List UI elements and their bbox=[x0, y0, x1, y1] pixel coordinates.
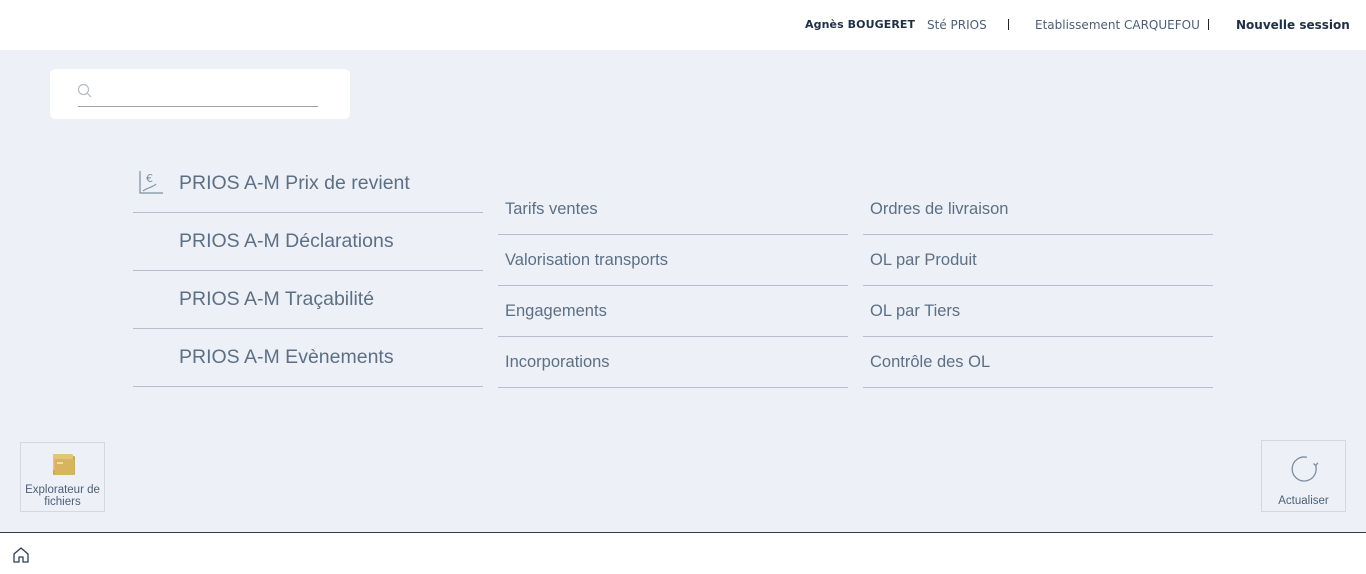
menu-item-label: Contrôle des OL bbox=[870, 353, 991, 371]
menu-item-tarifs-ventes[interactable]: Tarifs ventes bbox=[498, 184, 848, 235]
top-bar: Agnès BOUGERET Sté PRIOS Etablissement C… bbox=[0, 0, 1366, 50]
module-label: PRIOS A-M Evènements bbox=[179, 346, 394, 368]
module-tracabilite[interactable]: PRIOS A-M Traçabilité bbox=[133, 271, 483, 329]
home-icon[interactable] bbox=[12, 546, 30, 564]
menu-item-label: Valorisation transports bbox=[505, 251, 668, 269]
refresh-icon bbox=[1291, 456, 1319, 482]
user-name[interactable]: Agnès BOUGERET bbox=[805, 18, 915, 32]
bottom-bar bbox=[0, 532, 1366, 574]
file-explorer-label: Explorateur de fichiers bbox=[25, 484, 100, 508]
company-name[interactable]: Sté PRIOS bbox=[927, 18, 987, 32]
module-evenements[interactable]: PRIOS A-M Evènements bbox=[133, 329, 483, 387]
menu-item-label: Ordres de livraison bbox=[870, 200, 1009, 218]
module-label: PRIOS A-M Traçabilité bbox=[179, 288, 375, 310]
refresh-label: Actualiser bbox=[1278, 495, 1329, 507]
menu-item-controle-des-ol[interactable]: Contrôle des OL bbox=[863, 337, 1213, 388]
new-session-link[interactable]: Nouvelle session bbox=[1236, 18, 1350, 32]
main-area: € PRIOS A-M Prix de revient PRIOS A-M Dé… bbox=[0, 50, 1366, 532]
separator bbox=[1208, 19, 1209, 30]
module-label: PRIOS A-M Déclarations bbox=[179, 230, 394, 252]
menu-item-label: Tarifs ventes bbox=[505, 200, 598, 218]
search-input[interactable] bbox=[98, 81, 318, 105]
menu-item-engagements[interactable]: Engagements bbox=[498, 286, 848, 337]
file-explorer-button[interactable]: Explorateur de fichiers bbox=[20, 442, 105, 512]
module-declarations[interactable]: PRIOS A-M Déclarations bbox=[133, 213, 483, 271]
menu-item-ol-par-produit[interactable]: OL par Produit bbox=[863, 235, 1213, 286]
menu-item-label: OL par Produit bbox=[870, 251, 977, 269]
cost-price-chart-icon: € bbox=[139, 171, 163, 194]
search-underline bbox=[78, 106, 318, 107]
separator bbox=[1008, 19, 1009, 30]
menu-item-label: OL par Tiers bbox=[870, 302, 961, 320]
module-label: PRIOS A-M Prix de revient bbox=[179, 172, 410, 194]
search-box bbox=[50, 69, 350, 119]
module-prix-de-revient[interactable]: € PRIOS A-M Prix de revient bbox=[133, 163, 483, 213]
menu-item-incorporations[interactable]: Incorporations bbox=[498, 337, 848, 388]
menu-item-valorisation-transports[interactable]: Valorisation transports bbox=[498, 235, 848, 286]
menu-item-label: Engagements bbox=[505, 302, 607, 320]
menu-item-label: Incorporations bbox=[505, 353, 610, 371]
refresh-button[interactable]: Actualiser bbox=[1261, 440, 1346, 512]
folder-icon bbox=[53, 454, 75, 475]
menu-item-ordres-de-livraison[interactable]: Ordres de livraison bbox=[863, 184, 1213, 235]
search-icon bbox=[77, 83, 92, 98]
svg-text:€: € bbox=[146, 172, 153, 185]
establishment-name[interactable]: Etablissement CARQUEFOU bbox=[1035, 18, 1200, 32]
menu-item-ol-par-tiers[interactable]: OL par Tiers bbox=[863, 286, 1213, 337]
